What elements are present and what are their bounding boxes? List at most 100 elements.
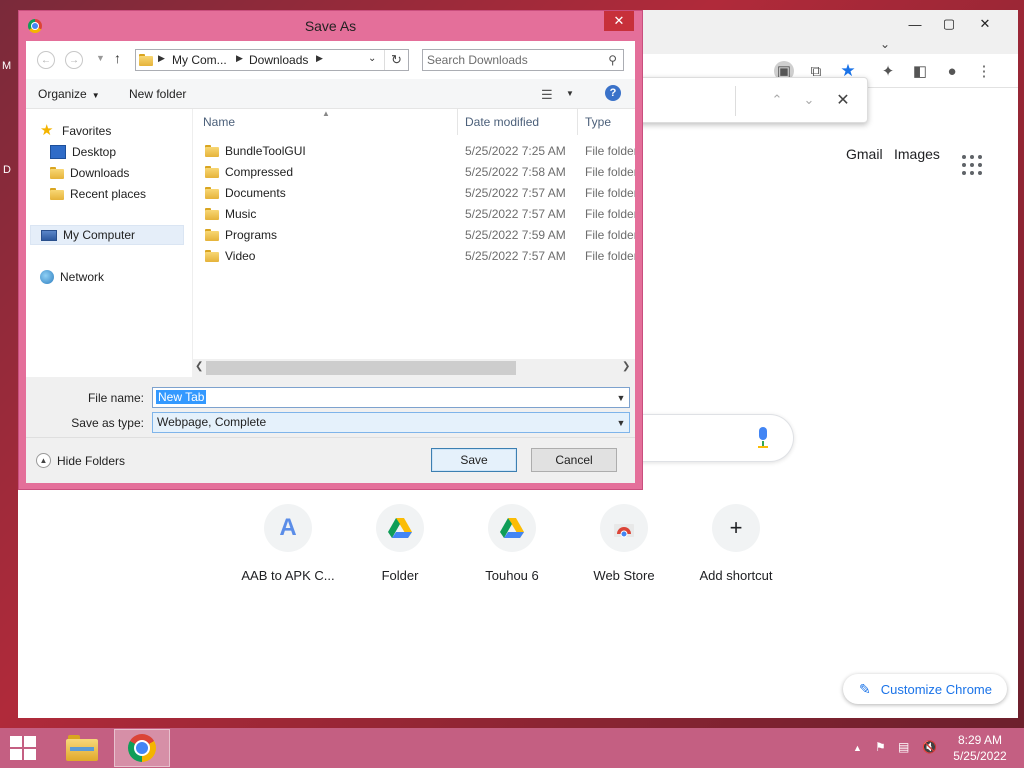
scrollbar-thumb[interactable] [206,361,516,375]
shortcut-tile[interactable]: A AAB to APK C... [232,504,344,594]
nav-downloads[interactable]: Downloads [50,163,208,183]
show-hidden-icons-icon[interactable]: ▲ [853,743,862,753]
tab-search-chevron-icon[interactable]: ⌄ [880,37,890,51]
folder-icon [205,145,219,157]
gmail-link[interactable]: Gmail [846,146,883,162]
customize-label: Customize Chrome [880,681,992,697]
nav-network[interactable]: Network [40,267,198,287]
shortcut-tile[interactable]: Touhou 6 [456,504,568,594]
file-row[interactable]: BundleToolGUI 5/25/2022 7:25 AM File fol… [193,141,635,162]
file-name-value: New Tab [156,390,207,404]
horizontal-scrollbar[interactable]: ❮ ❯ [192,359,635,377]
star-icon: ★ [40,122,54,139]
search-downloads-box[interactable]: ⚲ [422,49,624,71]
profile-avatar-icon[interactable]: ● [942,61,962,81]
customize-chrome-button[interactable]: ✎ Customize Chrome [843,674,1007,704]
nav-recent-places[interactable]: Recent places [50,184,208,204]
folder-icon [205,187,219,199]
microphone-icon[interactable] [756,427,770,449]
search-icon[interactable]: ⚲ [608,53,617,67]
google-apps-grid-icon[interactable] [962,155,982,175]
recent-locations-chevron-icon[interactable]: ▼ [96,53,105,63]
downloads-folder-icon [50,167,64,179]
file-row[interactable]: Documents 5/25/2022 7:57 AM File folder [193,183,635,204]
forward-arrow-icon[interactable]: → [65,51,83,69]
chevron-up-icon: ▲ [36,453,51,468]
shortcut-tile[interactable]: Folder [344,504,456,594]
chrome-menu-icon[interactable]: ⋮ [974,61,994,81]
extensions-puzzle-icon[interactable]: ✦ [878,61,898,81]
organize-button[interactable]: Organize ▼ [38,87,100,101]
network-icon[interactable]: ▤ [898,740,909,754]
volume-muted-icon[interactable]: 🔇 [922,740,937,754]
save-as-type-select[interactable]: Webpage, Complete ▼ [152,412,630,433]
file-row[interactable]: Compressed 5/25/2022 7:58 AM File folder [193,162,635,183]
cancel-button[interactable]: Cancel [531,448,617,472]
minimize-button[interactable]: — [900,14,930,34]
hide-folders-button[interactable]: ▲ Hide Folders [36,453,125,468]
change-view-icon[interactable]: ☰ [541,87,553,103]
command-bar: Organize ▼ New folder ☰ ▼ ? [26,79,635,109]
breadcrumb-separator-icon[interactable]: ▶ [158,53,165,64]
breadcrumb-downloads[interactable]: Downloads [249,53,308,67]
file-row[interactable]: Programs 5/25/2022 7:59 AM File folder [193,225,635,246]
side-panel-icon[interactable]: ◧ [910,61,930,81]
file-date: 5/25/2022 7:59 AM [465,228,566,242]
file-name: Documents [225,186,286,200]
file-list: ▲ Name Date modified Type BundleToolGUI … [192,109,635,377]
nav-label: Favorites [62,124,112,138]
folder-icon [205,166,219,178]
find-previous-icon[interactable]: ⌃ [767,90,787,110]
chrome-taskbar-button[interactable] [114,729,170,767]
view-options-chevron-icon[interactable]: ▼ [566,89,574,98]
scroll-right-icon[interactable]: ❯ [622,361,630,372]
save-button[interactable]: Save [431,448,517,472]
nav-my-computer[interactable]: My Computer [30,225,184,245]
find-close-icon[interactable]: ✕ [833,90,853,110]
restore-button[interactable]: ▢ [934,14,964,34]
letter-a-icon: A [264,504,312,552]
save-as-type-label: Save as type: [71,416,144,430]
desktop-icon-label: M [2,60,12,72]
clock-time: 8:29 AM [957,733,1003,747]
shortcut-tile[interactable]: Web Store [568,504,680,594]
address-dropdown-chevron-icon[interactable]: ⌄ [368,53,376,64]
google-search-box[interactable] [620,414,794,462]
nav-desktop[interactable]: Desktop [50,142,208,162]
chevron-down-icon[interactable]: ▼ [613,413,629,432]
back-arrow-icon[interactable]: ← [37,51,55,69]
start-button[interactable] [10,736,38,760]
shortcut-tile[interactable]: + Add shortcut [680,504,792,594]
file-row[interactable]: Music 5/25/2022 7:57 AM File folder [193,204,635,225]
chevron-down-icon[interactable]: ▼ [613,388,629,407]
search-input[interactable] [427,52,597,68]
nav-favorites[interactable]: ★ Favorites [40,121,198,141]
file-type: File folder [585,186,635,200]
navigation-pane: ★ Favorites Desktop Downloads Recent pla… [26,109,192,377]
breadcrumb-separator-icon[interactable]: ▶ [236,53,243,64]
column-header-name[interactable]: Name [203,109,235,135]
action-center-flag-icon[interactable]: ⚑ [875,740,886,754]
breadcrumb-my-computer[interactable]: My Com... [172,53,227,67]
breadcrumb-separator-icon[interactable]: ▶ [316,53,323,64]
file-explorer-taskbar-button[interactable] [54,729,110,767]
file-name: Compressed [225,165,294,179]
column-header-type[interactable]: Type [585,109,611,135]
help-icon[interactable]: ? [605,85,621,101]
file-row[interactable]: Video 5/25/2022 7:57 AM File folder [193,246,635,267]
column-header-date-modified[interactable]: Date modified [465,109,539,135]
system-clock[interactable]: 8:29 AM 5/25/2022 [948,732,1012,764]
pencil-icon: ✎ [859,680,871,697]
dialog-close-button[interactable]: ✕ [604,11,634,31]
refresh-icon[interactable]: ↻ [384,50,408,70]
hide-folders-label: Hide Folders [57,453,126,468]
images-link[interactable]: Images [894,146,940,162]
up-arrow-icon[interactable]: ↑ [114,50,121,66]
scroll-left-icon[interactable]: ❮ [195,361,203,372]
window-close-button[interactable]: ✕ [970,14,1000,34]
new-folder-button[interactable]: New folder [129,87,186,101]
address-bar[interactable]: ▶ My Com... ▶ Downloads ▶ ⌄ ↻ [135,49,409,71]
find-next-icon[interactable]: ⌄ [799,90,819,110]
shortcut-label: Folder [381,568,419,583]
file-name-input[interactable]: New Tab ▼ [152,387,630,408]
